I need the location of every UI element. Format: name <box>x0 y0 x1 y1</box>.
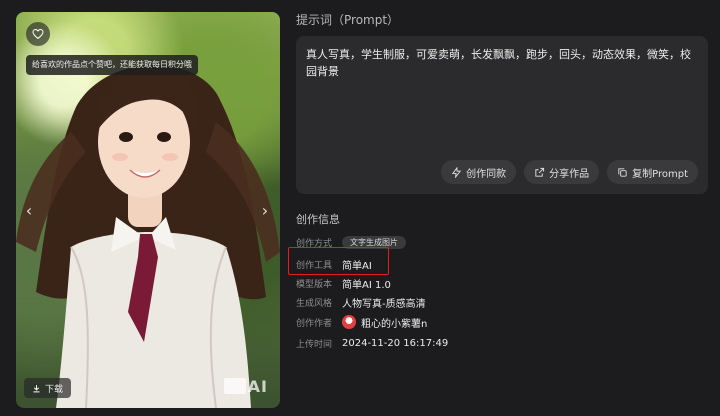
share-label: 分享作品 <box>549 168 590 180</box>
copy-prompt-button[interactable]: 复制Prompt <box>607 160 698 184</box>
watermark-text: AI <box>247 377 268 396</box>
info-row-style: 生成风格 人物写真-质感高清 <box>296 294 426 310</box>
prev-image-button[interactable]: ‹ <box>22 202 36 220</box>
highlight-annotation <box>288 247 389 275</box>
model-value: 简单AI 1.0 <box>342 279 391 291</box>
info-heading: 创作信息 <box>296 213 340 226</box>
logo-mark <box>223 378 246 394</box>
download-label: 下载 <box>45 384 64 395</box>
share-button[interactable]: 分享作品 <box>524 160 600 184</box>
share-icon <box>535 167 545 177</box>
artwork-image[interactable]: 给喜欢的作品点个赞吧，还能获取每日积分哦 ‹ › 下载 AI <box>16 12 280 408</box>
chevron-right-icon: › <box>261 201 269 220</box>
download-icon <box>33 384 40 392</box>
info-row-model: 模型版本 简单AI 1.0 <box>296 275 391 291</box>
create-same-button[interactable]: 创作同款 <box>441 160 517 184</box>
info-row-author: 创作作者 粗心的小紫薯n <box>296 314 427 330</box>
author-name[interactable]: 粗心的小紫薯n <box>361 315 427 330</box>
like-button[interactable] <box>26 22 50 46</box>
author-avatar[interactable] <box>342 315 356 329</box>
copy-prompt-label: 复制Prompt <box>632 168 688 180</box>
info-row-upload-time: 上传时间 2024-11-20 16:17:49 <box>296 335 448 351</box>
prompt-text: 真人写真，学生制服，可爱卖萌，长发飘飘，跑步，回头，动态效果，微笑，校园背景 <box>306 48 691 78</box>
chevron-left-icon: ‹ <box>25 201 33 220</box>
prompt-box: 真人写真，学生制服，可爱卖萌，长发飘飘，跑步，回头，动态效果，微笑，校园背景 创… <box>296 36 708 194</box>
info-key: 生成风格 <box>296 298 333 309</box>
copy-icon <box>618 167 627 177</box>
like-tooltip: 给喜欢的作品点个赞吧，还能获取每日积分哦 <box>26 55 198 75</box>
watermark-logo: AI <box>223 377 268 396</box>
next-image-button[interactable]: › <box>258 202 272 220</box>
lightning-icon <box>452 166 462 178</box>
info-key: 上传时间 <box>296 339 333 350</box>
download-button[interactable]: 下载 <box>24 378 72 398</box>
upload-time-value: 2024-11-20 16:17:49 <box>342 337 449 349</box>
heart-icon <box>32 28 44 40</box>
create-same-label: 创作同款 <box>466 168 507 180</box>
info-key: 创作作者 <box>296 318 333 329</box>
info-key: 模型版本 <box>296 279 333 290</box>
style-value: 人物写真-质感高清 <box>342 298 426 310</box>
prompt-actions: 创作同款 分享作品 复制Prompt <box>441 160 698 184</box>
prompt-heading: 提示词（Prompt） <box>296 13 400 27</box>
